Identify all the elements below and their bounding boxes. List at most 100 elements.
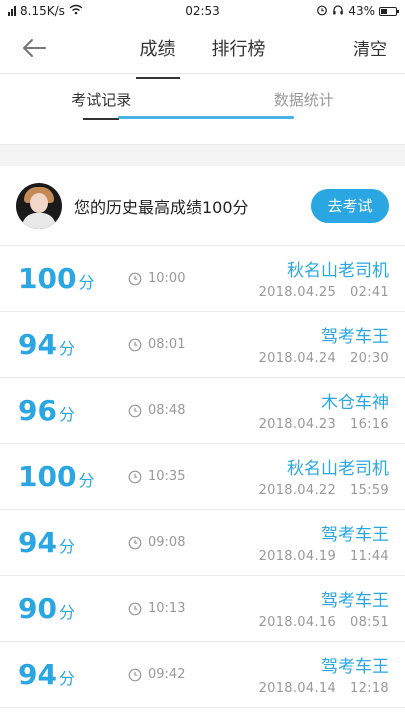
record-date: 2018.04.24	[258, 351, 337, 366]
record-info: 秋名山老司机 2018.04.25 02:41	[259, 256, 389, 300]
records-list: 100 分 10:00 秋名山老司机 2018.04.25 02:41 94 分	[0, 246, 405, 708]
record-row[interactable]: 96 分 08:48 木仓车神 2018.04.23 16:16	[0, 378, 405, 444]
clock-icon	[128, 338, 142, 351]
clock-icon	[128, 536, 142, 549]
subtab-exam-records[interactable]: 考试记录	[0, 89, 203, 110]
record-time: 12:18	[350, 681, 389, 696]
record-datetime: 2018.04.19 11:44	[259, 549, 389, 564]
header-tabs: 成绩 排行榜	[0, 29, 405, 79]
refresh-indicator	[118, 116, 294, 119]
record-score-unit: 分	[58, 669, 75, 688]
record-row[interactable]: 100 分 10:35 秋名山老司机 2018.04.22 15:59	[0, 444, 405, 510]
record-score-value: 94	[18, 328, 57, 361]
record-info: 驾考车王 2018.04.16 08:51	[259, 586, 389, 630]
record-score: 100 分	[18, 460, 128, 493]
record-duration: 10:35	[128, 469, 185, 484]
record-title: 木仓车神	[321, 393, 389, 413]
record-time: 16:16	[350, 417, 389, 432]
record-duration-text: 09:08	[148, 535, 186, 550]
record-score: 94 分	[18, 658, 128, 691]
record-score-unit: 分	[58, 537, 75, 556]
record-row[interactable]: 100 分 10:00 秋名山老司机 2018.04.25 02:41	[0, 246, 405, 312]
record-row[interactable]: 90 分 10:13 驾考车王 2018.04.16 08:51	[0, 576, 405, 642]
record-title: 驾考车王	[321, 327, 389, 347]
section-divider	[0, 144, 405, 166]
subtab-data-stats[interactable]: 数据统计	[203, 89, 405, 110]
record-datetime: 2018.04.23 16:16	[259, 417, 389, 432]
take-exam-button[interactable]: 去考试	[311, 188, 389, 223]
record-score: 100 分	[18, 262, 128, 295]
record-time: 15:59	[350, 483, 389, 498]
record-duration-text: 08:01	[148, 337, 186, 352]
record-title: 秋名山老司机	[287, 459, 389, 479]
subtab-indicator	[83, 118, 119, 120]
best-score-text: 您的历史最高成绩100分	[74, 197, 249, 217]
record-score-value: 96	[18, 394, 57, 427]
record-duration: 10:00	[128, 271, 185, 286]
alarm-icon	[316, 4, 328, 19]
clear-button[interactable]: 清空	[353, 35, 387, 60]
clock-icon	[128, 404, 142, 417]
avatar	[16, 182, 62, 229]
tab-scores[interactable]: 成绩	[132, 29, 184, 79]
clock-icon	[128, 470, 142, 483]
record-score-unit: 分	[78, 471, 95, 490]
record-date: 2018.04.19	[258, 549, 337, 564]
record-score-unit: 分	[58, 603, 75, 622]
record-row[interactable]: 94 分 08:01 驾考车王 2018.04.24 20:30	[0, 312, 405, 378]
clock-icon	[128, 602, 142, 615]
record-score: 90 分	[18, 592, 128, 625]
record-title: 驾考车王	[321, 657, 389, 677]
record-duration-text: 10:00	[148, 271, 186, 286]
record-duration-text: 08:48	[148, 403, 186, 418]
record-row[interactable]: 94 分 09:08 驾考车王 2018.04.19 11:44	[0, 510, 405, 576]
record-duration: 09:08	[128, 535, 185, 550]
record-duration: 08:01	[128, 337, 185, 352]
record-title: 驾考车王	[321, 591, 389, 611]
record-duration: 08:48	[128, 403, 185, 418]
battery-icon	[379, 6, 399, 16]
record-info: 驾考车王 2018.04.14 12:18	[259, 652, 389, 696]
status-left: 8.15K/s	[8, 4, 83, 18]
status-bar: 8.15K/s 02:53 43%	[0, 0, 405, 22]
record-score: 94 分	[18, 328, 128, 361]
record-title: 秋名山老司机	[287, 261, 389, 281]
record-duration-text: 10:35	[148, 469, 186, 484]
headset-icon	[332, 4, 344, 19]
tab-leaderboard[interactable]: 排行榜	[204, 29, 274, 67]
record-datetime: 2018.04.16 08:51	[259, 615, 389, 630]
record-title: 驾考车王	[321, 525, 389, 545]
record-date: 2018.04.22	[258, 483, 337, 498]
record-score-value: 94	[18, 526, 57, 559]
record-score: 94 分	[18, 526, 128, 559]
record-row[interactable]: 94 分 09:42 驾考车王 2018.04.14 12:18	[0, 642, 405, 708]
record-score-unit: 分	[78, 273, 95, 292]
record-score-value: 100	[18, 460, 77, 493]
record-score-value: 90	[18, 592, 57, 625]
clock-icon	[128, 668, 142, 681]
record-datetime: 2018.04.22 15:59	[259, 483, 389, 498]
record-info: 木仓车神 2018.04.23 16:16	[259, 388, 389, 432]
record-date: 2018.04.16	[258, 615, 337, 630]
record-duration: 10:13	[128, 601, 185, 616]
record-date: 2018.04.14	[258, 681, 337, 696]
record-score-value: 100	[18, 262, 77, 295]
record-time: 20:30	[350, 351, 389, 366]
wifi-icon	[69, 4, 83, 18]
record-score: 96 分	[18, 394, 128, 427]
record-time: 08:51	[350, 615, 389, 630]
clock-icon	[128, 272, 142, 285]
status-right: 43%	[316, 4, 399, 19]
record-datetime: 2018.04.14 12:18	[259, 681, 389, 696]
record-date: 2018.04.23	[258, 417, 337, 432]
record-info: 秋名山老司机 2018.04.22 15:59	[259, 454, 389, 498]
record-duration-text: 09:42	[148, 667, 186, 682]
record-duration-text: 10:13	[148, 601, 186, 616]
top-nav: 成绩 排行榜 清空	[0, 22, 405, 79]
record-time: 11:44	[350, 549, 389, 564]
record-time: 02:41	[350, 285, 389, 300]
record-datetime: 2018.04.24 20:30	[259, 351, 389, 366]
record-info: 驾考车王 2018.04.19 11:44	[259, 520, 389, 564]
network-speed: 8.15K/s	[20, 4, 65, 18]
best-score-row: 您的历史最高成绩100分 去考试	[0, 166, 405, 246]
